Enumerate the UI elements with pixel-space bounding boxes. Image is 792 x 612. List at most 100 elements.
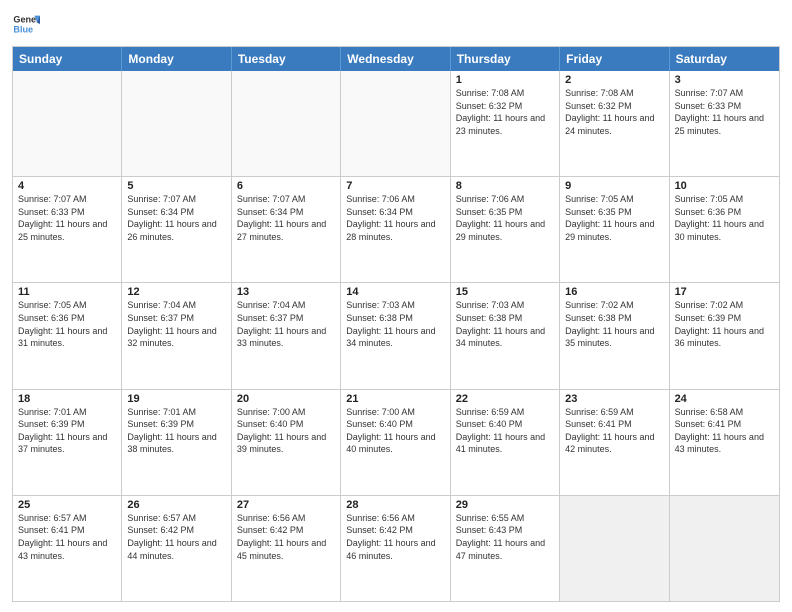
weekday-header: Friday <box>560 47 669 71</box>
calendar-cell: 24Sunrise: 6:58 AM Sunset: 6:41 PM Dayli… <box>670 390 779 495</box>
calendar-cell: 15Sunrise: 7:03 AM Sunset: 6:38 PM Dayli… <box>451 283 560 388</box>
logo-icon: General Blue <box>12 10 40 38</box>
calendar-cell: 9Sunrise: 7:05 AM Sunset: 6:35 PM Daylig… <box>560 177 669 282</box>
calendar-cell <box>560 496 669 601</box>
cell-info: Sunrise: 6:57 AM Sunset: 6:42 PM Dayligh… <box>127 512 225 562</box>
cell-info: Sunrise: 7:07 AM Sunset: 6:33 PM Dayligh… <box>18 193 116 243</box>
day-number: 5 <box>127 180 225 192</box>
cell-info: Sunrise: 7:01 AM Sunset: 6:39 PM Dayligh… <box>127 406 225 456</box>
cell-info: Sunrise: 6:55 AM Sunset: 6:43 PM Dayligh… <box>456 512 554 562</box>
calendar-cell: 11Sunrise: 7:05 AM Sunset: 6:36 PM Dayli… <box>13 283 122 388</box>
cell-info: Sunrise: 7:06 AM Sunset: 6:34 PM Dayligh… <box>346 193 444 243</box>
calendar-row: 25Sunrise: 6:57 AM Sunset: 6:41 PM Dayli… <box>13 495 779 601</box>
calendar-cell: 1Sunrise: 7:08 AM Sunset: 6:32 PM Daylig… <box>451 71 560 176</box>
day-number: 9 <box>565 180 663 192</box>
cell-info: Sunrise: 6:57 AM Sunset: 6:41 PM Dayligh… <box>18 512 116 562</box>
cell-info: Sunrise: 7:05 AM Sunset: 6:35 PM Dayligh… <box>565 193 663 243</box>
weekday-header: Sunday <box>13 47 122 71</box>
cell-info: Sunrise: 6:56 AM Sunset: 6:42 PM Dayligh… <box>346 512 444 562</box>
logo: General Blue <box>12 10 40 38</box>
calendar-cell: 4Sunrise: 7:07 AM Sunset: 6:33 PM Daylig… <box>13 177 122 282</box>
weekday-header: Saturday <box>670 47 779 71</box>
calendar-cell: 25Sunrise: 6:57 AM Sunset: 6:41 PM Dayli… <box>13 496 122 601</box>
calendar-cell: 20Sunrise: 7:00 AM Sunset: 6:40 PM Dayli… <box>232 390 341 495</box>
calendar-cell: 21Sunrise: 7:00 AM Sunset: 6:40 PM Dayli… <box>341 390 450 495</box>
cell-info: Sunrise: 6:59 AM Sunset: 6:40 PM Dayligh… <box>456 406 554 456</box>
calendar-cell: 22Sunrise: 6:59 AM Sunset: 6:40 PM Dayli… <box>451 390 560 495</box>
cell-info: Sunrise: 7:00 AM Sunset: 6:40 PM Dayligh… <box>237 406 335 456</box>
day-number: 7 <box>346 180 444 192</box>
cell-info: Sunrise: 7:02 AM Sunset: 6:38 PM Dayligh… <box>565 299 663 349</box>
cell-info: Sunrise: 7:02 AM Sunset: 6:39 PM Dayligh… <box>675 299 774 349</box>
day-number: 15 <box>456 286 554 298</box>
calendar-cell <box>341 71 450 176</box>
weekday-header: Thursday <box>451 47 560 71</box>
calendar-cell: 14Sunrise: 7:03 AM Sunset: 6:38 PM Dayli… <box>341 283 450 388</box>
day-number: 25 <box>18 499 116 511</box>
day-number: 21 <box>346 393 444 405</box>
day-number: 1 <box>456 74 554 86</box>
calendar: SundayMondayTuesdayWednesdayThursdayFrid… <box>12 46 780 602</box>
calendar-cell: 8Sunrise: 7:06 AM Sunset: 6:35 PM Daylig… <box>451 177 560 282</box>
day-number: 26 <box>127 499 225 511</box>
day-number: 11 <box>18 286 116 298</box>
calendar-cell: 16Sunrise: 7:02 AM Sunset: 6:38 PM Dayli… <box>560 283 669 388</box>
day-number: 3 <box>675 74 774 86</box>
cell-info: Sunrise: 6:58 AM Sunset: 6:41 PM Dayligh… <box>675 406 774 456</box>
calendar-row: 18Sunrise: 7:01 AM Sunset: 6:39 PM Dayli… <box>13 389 779 495</box>
calendar-cell <box>670 496 779 601</box>
calendar-cell: 10Sunrise: 7:05 AM Sunset: 6:36 PM Dayli… <box>670 177 779 282</box>
cell-info: Sunrise: 7:07 AM Sunset: 6:34 PM Dayligh… <box>127 193 225 243</box>
svg-text:Blue: Blue <box>13 24 33 34</box>
day-number: 24 <box>675 393 774 405</box>
day-number: 13 <box>237 286 335 298</box>
cell-info: Sunrise: 7:08 AM Sunset: 6:32 PM Dayligh… <box>456 87 554 137</box>
calendar-cell: 13Sunrise: 7:04 AM Sunset: 6:37 PM Dayli… <box>232 283 341 388</box>
weekday-header: Wednesday <box>341 47 450 71</box>
weekday-header: Tuesday <box>232 47 341 71</box>
cell-info: Sunrise: 7:06 AM Sunset: 6:35 PM Dayligh… <box>456 193 554 243</box>
day-number: 10 <box>675 180 774 192</box>
day-number: 20 <box>237 393 335 405</box>
day-number: 6 <box>237 180 335 192</box>
day-number: 2 <box>565 74 663 86</box>
day-number: 29 <box>456 499 554 511</box>
day-number: 16 <box>565 286 663 298</box>
calendar-cell: 27Sunrise: 6:56 AM Sunset: 6:42 PM Dayli… <box>232 496 341 601</box>
cell-info: Sunrise: 6:56 AM Sunset: 6:42 PM Dayligh… <box>237 512 335 562</box>
day-number: 23 <box>565 393 663 405</box>
calendar-row: 4Sunrise: 7:07 AM Sunset: 6:33 PM Daylig… <box>13 176 779 282</box>
cell-info: Sunrise: 7:03 AM Sunset: 6:38 PM Dayligh… <box>456 299 554 349</box>
calendar-row: 1Sunrise: 7:08 AM Sunset: 6:32 PM Daylig… <box>13 71 779 176</box>
calendar-cell <box>122 71 231 176</box>
day-number: 8 <box>456 180 554 192</box>
calendar-cell: 26Sunrise: 6:57 AM Sunset: 6:42 PM Dayli… <box>122 496 231 601</box>
cell-info: Sunrise: 7:04 AM Sunset: 6:37 PM Dayligh… <box>127 299 225 349</box>
cell-info: Sunrise: 7:05 AM Sunset: 6:36 PM Dayligh… <box>675 193 774 243</box>
day-number: 19 <box>127 393 225 405</box>
cell-info: Sunrise: 7:00 AM Sunset: 6:40 PM Dayligh… <box>346 406 444 456</box>
calendar-cell: 18Sunrise: 7:01 AM Sunset: 6:39 PM Dayli… <box>13 390 122 495</box>
day-number: 14 <box>346 286 444 298</box>
day-number: 18 <box>18 393 116 405</box>
weekday-header: Monday <box>122 47 231 71</box>
calendar-cell: 29Sunrise: 6:55 AM Sunset: 6:43 PM Dayli… <box>451 496 560 601</box>
calendar-cell: 17Sunrise: 7:02 AM Sunset: 6:39 PM Dayli… <box>670 283 779 388</box>
calendar-cell: 23Sunrise: 6:59 AM Sunset: 6:41 PM Dayli… <box>560 390 669 495</box>
calendar-row: 11Sunrise: 7:05 AM Sunset: 6:36 PM Dayli… <box>13 282 779 388</box>
cell-info: Sunrise: 7:03 AM Sunset: 6:38 PM Dayligh… <box>346 299 444 349</box>
calendar-cell: 12Sunrise: 7:04 AM Sunset: 6:37 PM Dayli… <box>122 283 231 388</box>
cell-info: Sunrise: 7:01 AM Sunset: 6:39 PM Dayligh… <box>18 406 116 456</box>
day-number: 4 <box>18 180 116 192</box>
cell-info: Sunrise: 7:08 AM Sunset: 6:32 PM Dayligh… <box>565 87 663 137</box>
cell-info: Sunrise: 7:07 AM Sunset: 6:34 PM Dayligh… <box>237 193 335 243</box>
calendar-cell: 6Sunrise: 7:07 AM Sunset: 6:34 PM Daylig… <box>232 177 341 282</box>
calendar-header-row: SundayMondayTuesdayWednesdayThursdayFrid… <box>13 47 779 71</box>
calendar-body: 1Sunrise: 7:08 AM Sunset: 6:32 PM Daylig… <box>13 71 779 601</box>
calendar-cell: 19Sunrise: 7:01 AM Sunset: 6:39 PM Dayli… <box>122 390 231 495</box>
day-number: 17 <box>675 286 774 298</box>
calendar-cell: 5Sunrise: 7:07 AM Sunset: 6:34 PM Daylig… <box>122 177 231 282</box>
calendar-cell: 3Sunrise: 7:07 AM Sunset: 6:33 PM Daylig… <box>670 71 779 176</box>
cell-info: Sunrise: 7:04 AM Sunset: 6:37 PM Dayligh… <box>237 299 335 349</box>
cell-info: Sunrise: 6:59 AM Sunset: 6:41 PM Dayligh… <box>565 406 663 456</box>
